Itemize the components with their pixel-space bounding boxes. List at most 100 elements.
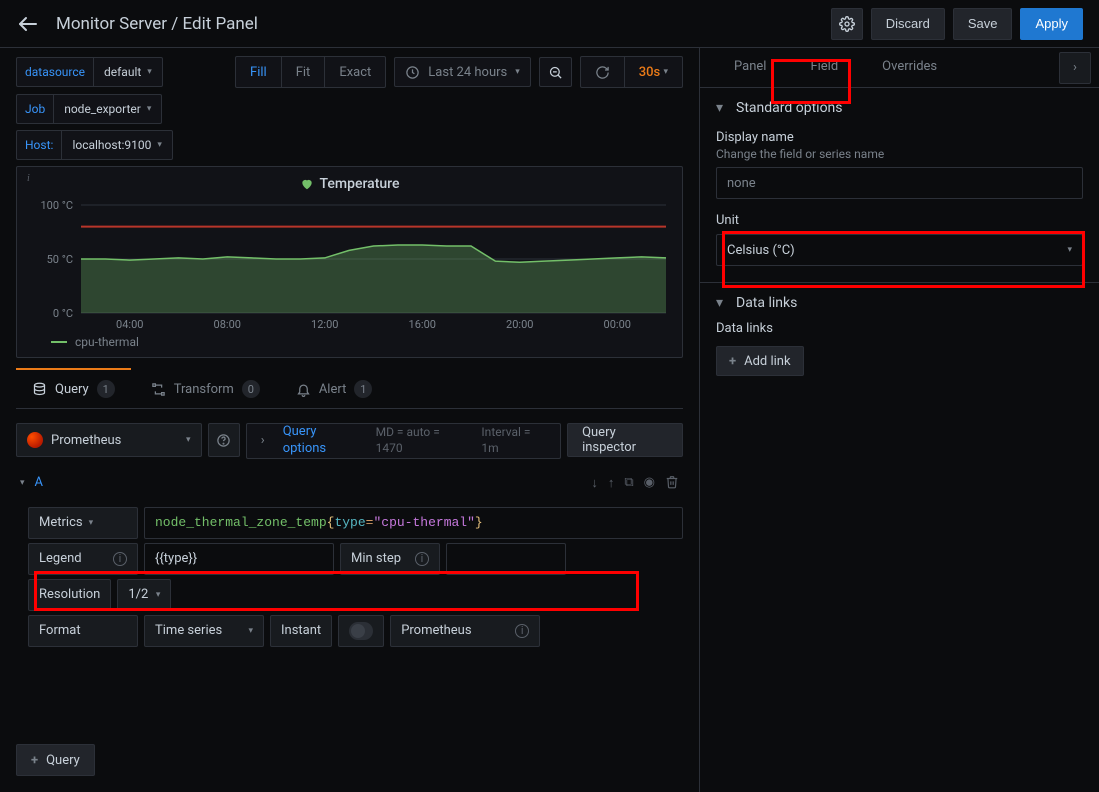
metrics-input[interactable]: node_thermal_zone_temp{type="cpu-thermal…: [144, 507, 683, 539]
instant-toggle[interactable]: [338, 615, 384, 647]
tab-transform[interactable]: Transform 0: [135, 368, 276, 408]
add-link-button[interactable]: + Add link: [716, 346, 804, 376]
chart[interactable]: 0 °C 50 °C 100 °C 04:00 08:00 12:00 16:00 20:00…: [25, 201, 674, 331]
svg-text:100 °C: 100 °C: [40, 201, 73, 212]
gear-icon: [839, 16, 855, 32]
viewmode-fit[interactable]: Fit: [281, 57, 325, 87]
chevron-right-icon: ›: [261, 433, 265, 448]
svg-text:12:00: 12:00: [311, 318, 338, 331]
viewmode-exact[interactable]: Exact: [324, 57, 385, 87]
chevron-down-icon: ▾: [716, 100, 728, 116]
info-icon[interactable]: i: [27, 173, 30, 184]
right-tab-panel[interactable]: Panel: [712, 49, 788, 86]
chevron-right-icon: ›: [1073, 60, 1077, 75]
move-down-button[interactable]: ↓: [591, 475, 598, 491]
legend-swatch: [51, 341, 67, 343]
query-options[interactable]: › Query options MD = auto = 1470 Interva…: [246, 423, 561, 459]
toggle-visibility-button[interactable]: ◉: [644, 475, 655, 491]
move-up-button[interactable]: ↑: [608, 475, 615, 491]
chevron-down-icon: ▾: [20, 478, 25, 488]
svg-text:16:00: 16:00: [409, 318, 436, 331]
format-select[interactable]: Time series▾: [144, 615, 264, 647]
display-name-sub: Change the field or series name: [716, 147, 1083, 161]
right-tab-overrides[interactable]: Overrides: [860, 49, 959, 86]
refresh-button[interactable]: [581, 57, 624, 87]
right-tab-field[interactable]: Field: [788, 49, 860, 86]
zoom-out-button[interactable]: [539, 57, 572, 87]
tab-query[interactable]: Query 1: [16, 368, 131, 408]
info-icon[interactable]: i: [113, 552, 127, 566]
right-caret-button[interactable]: ›: [1059, 52, 1091, 84]
svg-text:0 °C: 0 °C: [53, 307, 73, 320]
plus-icon: +: [729, 354, 736, 369]
resolution-select[interactable]: 1/2▾: [117, 579, 171, 611]
section-standard-options: ▾ Standard options Display name Change t…: [700, 88, 1099, 283]
discard-button[interactable]: Discard: [871, 8, 945, 40]
viewmode-fill[interactable]: Fill: [236, 57, 281, 87]
legend-label: Legendi: [28, 543, 138, 575]
back-button[interactable]: [16, 12, 40, 36]
legend-input[interactable]: {{type}}: [144, 543, 334, 575]
metrics-label[interactable]: Metrics▾: [28, 507, 138, 539]
svg-text:08:00: 08:00: [214, 318, 241, 331]
var-label-datasource: datasource: [16, 57, 93, 87]
var-host[interactable]: Host: localhost:9100▾: [16, 130, 173, 160]
minstep-input[interactable]: [446, 543, 566, 575]
save-button[interactable]: Save: [953, 8, 1013, 40]
panel-settings-button[interactable]: [831, 8, 863, 40]
resolution-label: Resolution: [28, 579, 111, 611]
instant-label: Instant: [270, 615, 332, 647]
clock-icon: [405, 65, 420, 80]
page-title: Monitor Server / Edit Panel: [56, 14, 831, 34]
plus-icon: +: [31, 753, 38, 768]
chevron-down-icon: ▾: [147, 67, 152, 77]
svg-text:20:00: 20:00: [506, 318, 533, 331]
var-label-host: Host:: [16, 130, 61, 160]
unit-select[interactable]: Celsius (°C) ▾: [716, 234, 1083, 266]
viewmode-group[interactable]: Fill Fit Exact: [235, 56, 386, 88]
delete-query-button[interactable]: [665, 475, 679, 491]
var-job[interactable]: Job node_exporter▾: [16, 94, 162, 124]
info-icon[interactable]: i: [515, 624, 529, 638]
add-query-button[interactable]: + Query: [16, 744, 95, 776]
tab-alert[interactable]: Alert 1: [280, 368, 389, 408]
var-datasource[interactable]: datasource default▾: [16, 57, 163, 87]
database-icon: [32, 382, 47, 397]
chevron-down-icon: ▾: [716, 295, 728, 311]
query-inspector-button[interactable]: Query inspector: [567, 423, 683, 457]
legend-label: cpu-thermal: [75, 335, 139, 349]
chart-legend[interactable]: cpu-thermal: [25, 331, 674, 349]
refresh-interval-picker[interactable]: 30s ▾: [624, 57, 682, 87]
question-icon: [216, 433, 231, 448]
refresh-icon: [595, 65, 610, 80]
minstep-label: Min stepi: [340, 543, 440, 575]
duplicate-button[interactable]: ⧉: [624, 475, 633, 491]
display-name-label: Display name: [716, 130, 1083, 145]
chart-panel: i Temperature 0 °C 50 °C 100 °C 04:00 08:00 1…: [16, 166, 683, 358]
refresh-group[interactable]: 30s ▾: [580, 56, 683, 88]
info-icon[interactable]: i: [415, 552, 429, 566]
section-toggle-standard-options[interactable]: ▾ Standard options: [716, 100, 1083, 116]
section-toggle-data-links[interactable]: ▾ Data links: [716, 295, 1083, 311]
data-links-sub: Data links: [716, 321, 1083, 336]
zoom-out-icon: [548, 65, 563, 80]
datasource-picker[interactable]: Prometheus ▾: [16, 423, 202, 457]
apply-button[interactable]: Apply: [1020, 8, 1083, 40]
format-label: Format: [28, 615, 138, 647]
query-row-name: A: [35, 475, 43, 490]
prometheus-icon: [27, 432, 43, 448]
svg-text:50 °C: 50 °C: [47, 253, 73, 266]
prometheus-label: Prometheusi: [390, 615, 540, 647]
unit-label: Unit: [716, 213, 1083, 228]
chart-title[interactable]: Temperature: [300, 176, 400, 192]
trash-icon: [665, 475, 679, 489]
var-label-job: Job: [16, 94, 53, 124]
section-data-links: ▾ Data links Data links + Add link: [700, 283, 1099, 392]
datasource-help-button[interactable]: [208, 423, 240, 457]
query-row-header[interactable]: ▾ A ↓ ↑ ⧉ ◉: [16, 469, 683, 497]
bell-icon: [296, 382, 311, 397]
display-name-input[interactable]: none: [716, 167, 1083, 199]
time-range-picker[interactable]: Last 24 hours ▾: [394, 57, 530, 87]
svg-text:04:00: 04:00: [116, 318, 143, 331]
chevron-down-icon: ▾: [1067, 245, 1072, 255]
